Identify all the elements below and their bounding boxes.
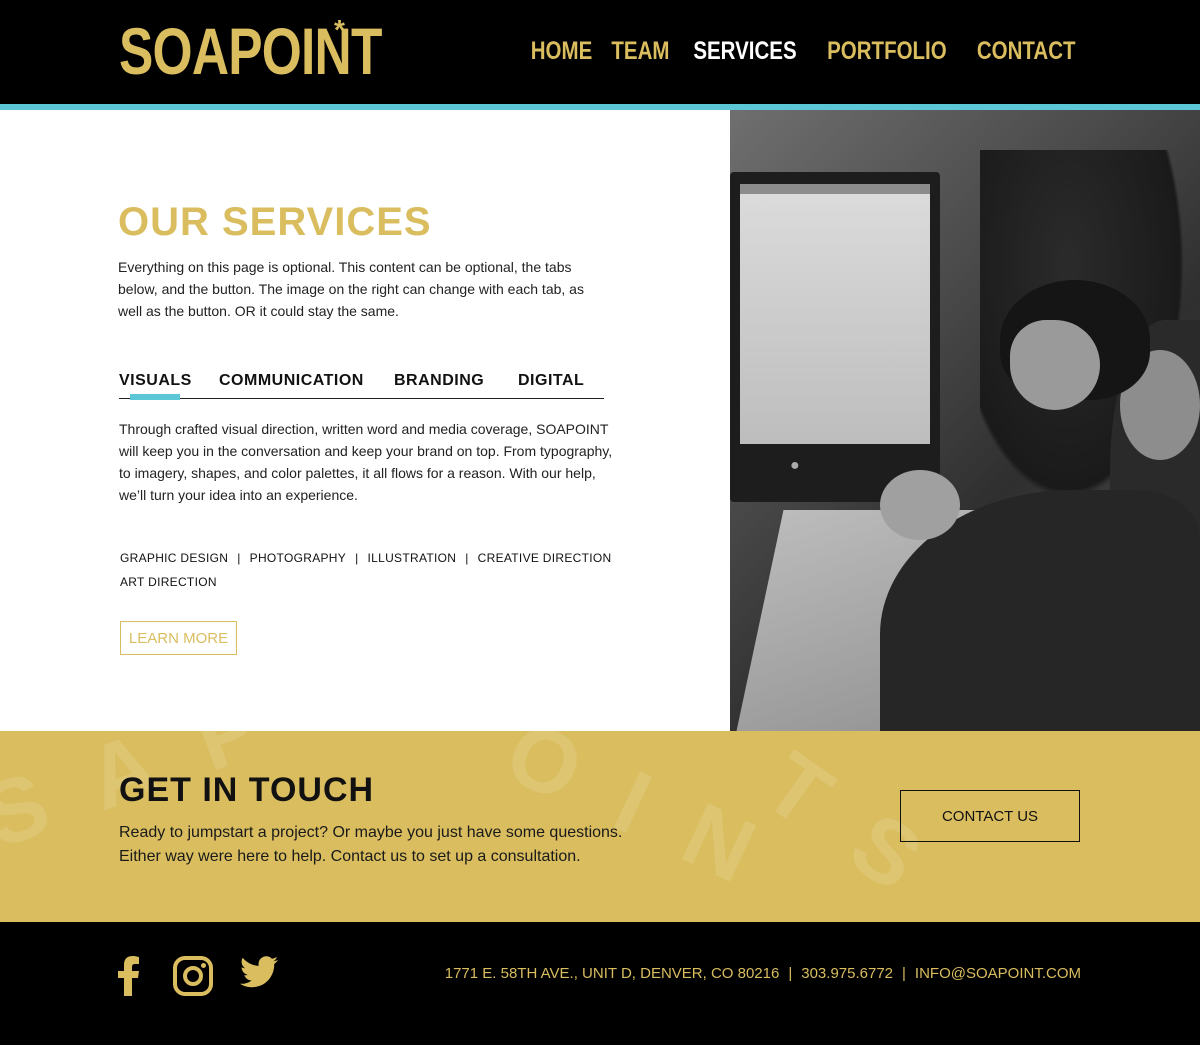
- apple-logo-icon: ●: [790, 457, 800, 474]
- cta-text-line: Ready to jumpstart a project? Or maybe y…: [119, 824, 623, 841]
- tab-digital[interactable]: DIGITAL: [518, 372, 584, 390]
- nav-services[interactable]: SERVICES: [693, 36, 796, 66]
- tab-content: Through crafted visual direction, writte…: [119, 421, 613, 503]
- nav-contact[interactable]: CONTACT: [976, 36, 1075, 66]
- footer-separator: |: [902, 965, 906, 982]
- footer-contact-info: 1771 E. 58TH AVE., UNIT D, DENVER, CO 80…: [445, 965, 1081, 982]
- nav-home[interactable]: HOME: [531, 36, 593, 66]
- cta-text: Ready to jumpstart a project? Or maybe y…: [119, 821, 719, 869]
- tag-separator: |: [355, 551, 359, 565]
- nav-team[interactable]: TEAM: [611, 36, 669, 66]
- service-tags: GRAPHIC DESIGN | PHOTOGRAPHY | ILLUSTRATION |…: [120, 546, 640, 594]
- cta-title: GET IN TOUCH: [119, 771, 375, 809]
- active-tab-indicator: [130, 394, 180, 400]
- tag-photography: PHOTOGRAPHY: [249, 551, 347, 565]
- contact-us-button[interactable]: CONTACT US: [900, 790, 1080, 842]
- get-in-touch-section: S A P O I N T S GET IN TOUCH Ready to ju…: [0, 731, 1200, 922]
- page-title: OUR SERVICES: [118, 200, 432, 244]
- tab-branding[interactable]: BRANDING: [394, 372, 484, 390]
- tag-graphic-design: GRAPHIC DESIGN: [120, 551, 229, 565]
- footer-address: 1771 E. 58TH AVE., UNIT D, DENVER, CO 80…: [444, 965, 780, 982]
- twitter-icon[interactable]: [240, 956, 278, 988]
- services-photo: ●: [730, 110, 1200, 731]
- nav-portfolio[interactable]: PORTFOLIO: [827, 36, 947, 66]
- tab-communication[interactable]: COMMUNICATION: [219, 372, 364, 390]
- instagram-icon[interactable]: [173, 956, 213, 996]
- cta-text-line: Either way were here to help. Contact us…: [119, 848, 581, 865]
- main-nav: HOME TEAM SERVICES PORTFOLIO CONTACT: [530, 36, 1080, 66]
- services-tabs: VISUALS COMMUNICATION BRANDING DIGITAL: [119, 372, 604, 399]
- tag-separator: |: [465, 551, 469, 565]
- site-footer: 1771 E. 58TH AVE., UNIT D, DENVER, CO 80…: [0, 922, 1200, 1045]
- tag-illustration: ILLUSTRATION: [367, 551, 457, 565]
- footer-email[interactable]: INFO@SOAPOINT.COM: [915, 965, 1081, 982]
- tag-art-direction: ART DIRECTION: [120, 575, 217, 589]
- tag-creative-direction: CREATIVE DIRECTION: [477, 551, 612, 565]
- footer-phone[interactable]: 303.975.6772: [801, 965, 893, 982]
- learn-more-button[interactable]: LEARN MORE: [120, 621, 237, 655]
- tag-separator: |: [237, 551, 241, 565]
- services-intro: Everything on this page is optional. Thi…: [118, 259, 584, 319]
- logo-asterisk: *: [334, 14, 345, 45]
- facebook-icon[interactable]: [118, 956, 140, 996]
- footer-separator: |: [788, 965, 793, 982]
- services-section: OUR SERVICES Everything on this page is …: [0, 110, 730, 731]
- monitor-image: ●: [730, 172, 940, 502]
- tab-visuals[interactable]: VISUALS: [119, 372, 192, 390]
- site-header: SOAPOINT * HOME TEAM SERVICES PORTFOLIO …: [0, 0, 1200, 104]
